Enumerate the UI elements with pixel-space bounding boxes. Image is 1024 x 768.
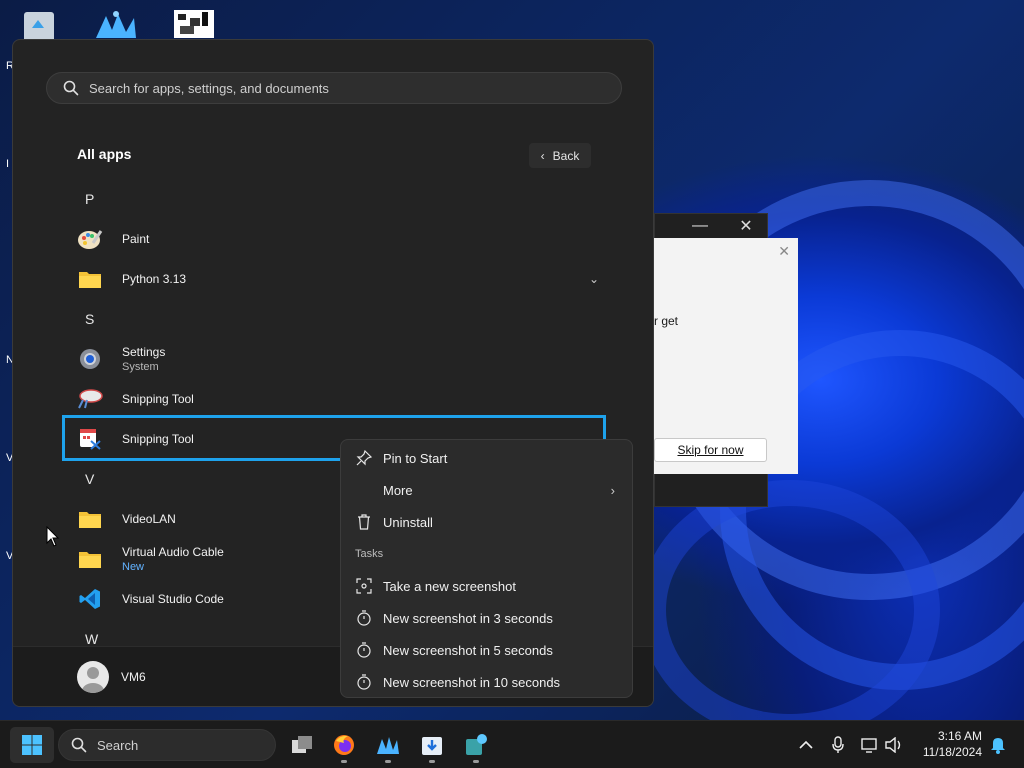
network-icon[interactable] (860, 735, 880, 755)
tasks-section-header: Tasks (355, 548, 384, 560)
pin-icon (355, 450, 373, 466)
menu-item-label: New screenshot in 3 seconds (383, 610, 553, 626)
chevron-down-icon[interactable]: ⌄ (589, 272, 599, 286)
timer-icon (355, 610, 373, 626)
start-button[interactable] (10, 727, 54, 763)
uninstall-menu-item[interactable]: Uninstall (345, 507, 629, 537)
taskbar-downloader[interactable] (414, 729, 450, 763)
avatar[interactable] (77, 661, 109, 693)
app-name: Python 3.13 (122, 272, 187, 286)
task-view-button[interactable] (284, 729, 320, 761)
folder-icon (77, 506, 103, 532)
app-subtitle: System (122, 361, 159, 373)
windsurf-icon (377, 737, 399, 754)
back-label: Back (552, 148, 580, 163)
start-search-box[interactable] (46, 72, 622, 104)
taskbar-app-notification[interactable] (458, 729, 494, 763)
download-icon (422, 737, 442, 755)
group-letter-p[interactable]: P (85, 191, 94, 207)
all-apps-heading: All apps (77, 146, 132, 162)
taskbar-windsurf[interactable] (370, 729, 406, 763)
windsurf-desktop-icon[interactable] (92, 8, 136, 42)
dialog-close-icon[interactable]: ✕ (778, 243, 790, 260)
clock-time: 3:16 AM (937, 729, 982, 743)
taskbar-search[interactable]: Search (58, 729, 276, 761)
app-name: Settings (122, 345, 166, 359)
chevron-right-icon: › (610, 482, 615, 498)
app-item-paint[interactable]: Paint (63, 220, 603, 258)
screenshot-5s-menu-item[interactable]: New screenshot in 5 seconds (345, 635, 629, 665)
group-letter-s[interactable]: S (85, 311, 94, 327)
noise-image-desktop-icon[interactable] (172, 8, 214, 42)
gear-icon (77, 346, 103, 372)
window-close-button[interactable]: ✕ (724, 214, 768, 238)
search-icon (71, 737, 87, 753)
desktop-label-fragment: I (6, 158, 10, 170)
user-name[interactable]: VM6 (121, 670, 146, 684)
app-name: Snipping Tool (122, 392, 194, 406)
menu-item-label: More (383, 482, 413, 498)
taskbar-firefox[interactable] (326, 729, 362, 763)
app-name: VideoLAN (122, 512, 176, 526)
timer-icon (355, 674, 373, 690)
setup-dialog: ✕ r get Skip for now (654, 238, 798, 474)
pin-to-start-menu-item[interactable]: Pin to Start (345, 443, 629, 473)
app-item-snipping-tool-legacy[interactable]: Snipping Tool (63, 380, 603, 418)
taskbar-clock[interactable]: 3:16 AM 11/18/2024 (918, 728, 982, 760)
menu-item-label: New screenshot in 5 seconds (383, 642, 553, 658)
search-icon (63, 80, 79, 96)
app-item-python[interactable]: Python 3.13 ⌄ (63, 260, 603, 298)
recycle-bin-icon[interactable] (20, 8, 60, 42)
trash-icon (355, 514, 373, 530)
folder-icon (77, 546, 103, 572)
clock-date: 11/18/2024 (922, 745, 982, 759)
chevron-up-icon[interactable] (796, 735, 816, 755)
microphone-icon[interactable] (828, 735, 848, 755)
mouse-cursor-icon (46, 526, 60, 547)
menu-item-label: Take a new screenshot (383, 578, 516, 594)
back-button[interactable]: ‹ Back (529, 143, 591, 168)
app-with-badge-icon (466, 734, 487, 755)
folder-icon (77, 266, 103, 292)
dialog-text: r get (654, 314, 679, 328)
window-minimize-button[interactable]: — (678, 214, 722, 238)
app-name: Visual Studio Code (122, 592, 224, 606)
windows-logo-icon (22, 735, 42, 755)
screenshot-icon (355, 578, 373, 594)
task-view-icon (292, 736, 312, 753)
screenshot-3s-menu-item[interactable]: New screenshot in 3 seconds (345, 603, 629, 633)
context-menu: Pin to Start More › Uninstall Tasks Take… (340, 439, 633, 698)
menu-item-label: Uninstall (383, 514, 433, 530)
vscode-icon (77, 586, 103, 612)
group-letter-w[interactable]: W (85, 631, 98, 647)
notification-bell-icon[interactable] (988, 735, 1008, 755)
app-name: Paint (122, 232, 150, 246)
screenshot-10s-menu-item[interactable]: New screenshot in 10 seconds (345, 667, 629, 697)
timer-icon (355, 642, 373, 658)
app-item-settings[interactable]: Settings System (63, 340, 603, 378)
new-badge: New (122, 561, 145, 573)
taskbar-search-label: Search (97, 737, 139, 753)
menu-item-label: New screenshot in 10 seconds (383, 674, 561, 690)
paint-icon (77, 226, 103, 252)
volume-icon[interactable] (884, 735, 904, 755)
taskbar: Search 3:16 AM 11/18/2024 (0, 720, 1024, 768)
menu-item-label: Pin to Start (383, 450, 448, 466)
more-menu-item[interactable]: More › (345, 475, 629, 505)
snipping-tool-legacy-icon (77, 386, 103, 412)
app-name: Virtual Audio Cable (122, 545, 224, 559)
group-letter-v[interactable]: V (85, 471, 94, 487)
take-screenshot-menu-item[interactable]: Take a new screenshot (345, 571, 629, 601)
skip-for-now-button[interactable]: Skip for now (654, 438, 767, 462)
start-search-input[interactable] (89, 80, 569, 96)
chevron-left-icon: ‹ (540, 148, 545, 163)
firefox-icon (334, 735, 354, 755)
